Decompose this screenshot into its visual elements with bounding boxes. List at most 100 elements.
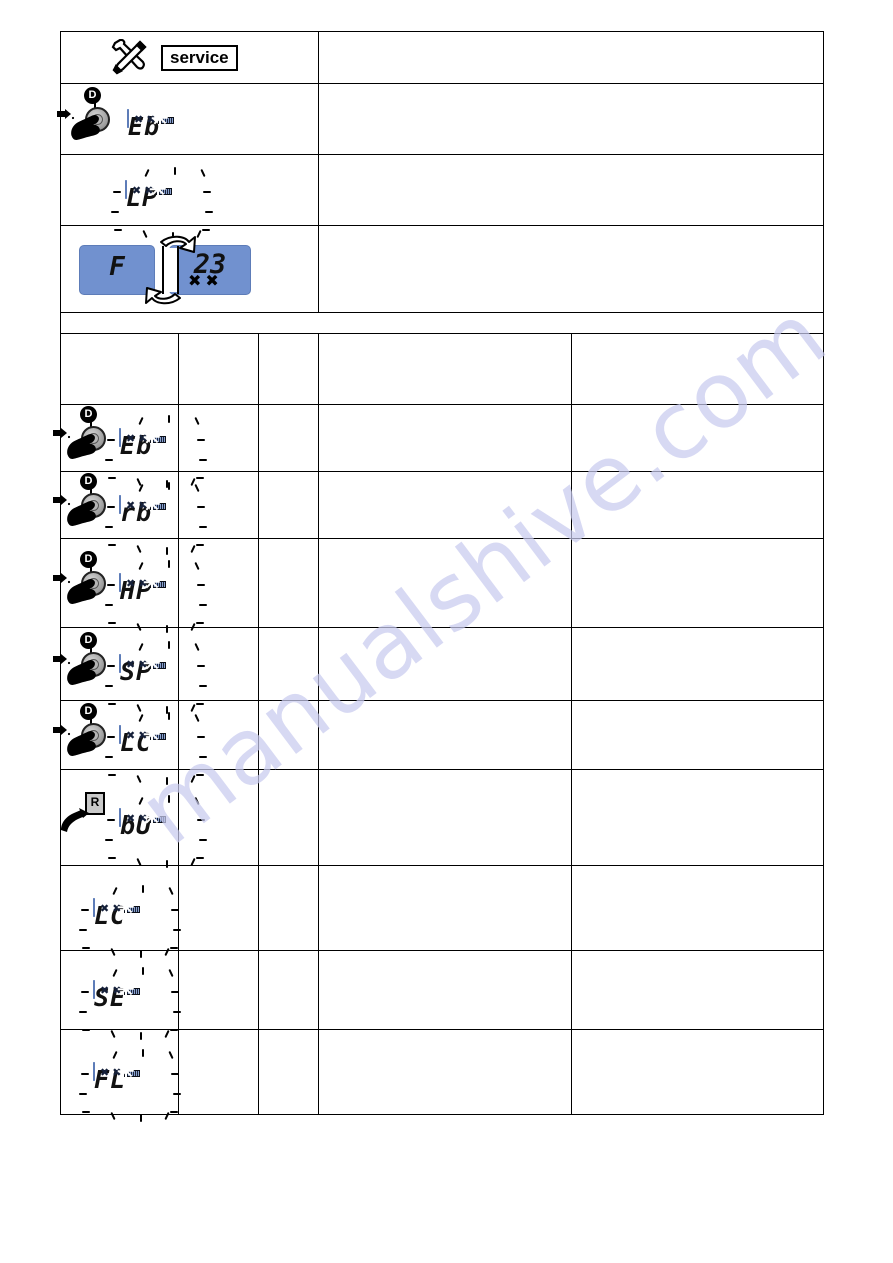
row-cell-col5 bbox=[571, 865, 825, 951]
row-figure-cell: FL ✖ ✖ bbox=[60, 1029, 181, 1122]
row-cell-col5 bbox=[571, 769, 825, 866]
lcd-screen: LC ✖ ✖ bbox=[119, 725, 167, 756]
pressing-hand-icon bbox=[65, 658, 99, 686]
spacer-cell bbox=[59, 312, 825, 334]
pressing-hand-icon bbox=[65, 729, 99, 757]
row-cell-col2 bbox=[178, 471, 259, 539]
pressing-hand-icon bbox=[65, 499, 99, 527]
lcd-display: LC ✖ ✖ bbox=[79, 885, 181, 958]
row-cell-col4 bbox=[318, 471, 573, 539]
badge-sparkle-icon bbox=[116, 899, 136, 917]
service-label: service bbox=[161, 44, 238, 71]
wrench-screwdriver-icon bbox=[103, 38, 151, 77]
row-figure-cell: SE ✖ ✖ bbox=[60, 950, 181, 1040]
button-label-D: D bbox=[84, 87, 101, 104]
row-cell-col3 bbox=[257, 538, 320, 628]
lcd-screen: HP ✖ ✖ bbox=[119, 573, 167, 604]
lcd-screen: SP ✖ ✖ bbox=[119, 654, 167, 685]
lcd-screen: LC ✖ ✖ bbox=[93, 898, 141, 929]
reset-control-R[interactable]: R bbox=[61, 791, 113, 844]
column-header-col2 bbox=[178, 333, 259, 405]
row-cell-col5 bbox=[571, 471, 825, 539]
table-row: D rb ✖ ✖ bbox=[53, 471, 825, 555]
no-water-x-icon: ✖ bbox=[132, 184, 142, 197]
intro-step-row: D Eb ✖ ✖ bbox=[57, 83, 825, 155]
row-cell-col5 bbox=[571, 404, 825, 472]
badge-sparkle-icon bbox=[142, 574, 162, 592]
row-cell-col5 bbox=[571, 538, 825, 628]
badge-sparkle-icon bbox=[116, 1063, 136, 1081]
no-water-x-icon: ✖ bbox=[100, 984, 110, 997]
lcd-screen: LP ✖ ✖ bbox=[125, 180, 173, 211]
badge-sparkle-icon bbox=[142, 655, 162, 673]
row-cell-col4 bbox=[318, 700, 573, 770]
button-label-D: D bbox=[80, 473, 97, 490]
row-cell-col3 bbox=[257, 404, 320, 472]
row-figure-cell: R bU ✖ ✖ bbox=[60, 769, 207, 868]
table-row: R bU ✖ ✖ bbox=[60, 769, 825, 868]
badge-sparkle-icon bbox=[142, 726, 162, 744]
row-cell-col4 bbox=[318, 1029, 573, 1115]
service-header-cell: service bbox=[59, 31, 320, 84]
lcd-screen-left: F bbox=[79, 245, 155, 295]
knob-control-D[interactable]: D bbox=[53, 632, 113, 690]
table-row: SE ✖ ✖ bbox=[60, 950, 825, 1040]
row-cell-col5 bbox=[571, 1029, 825, 1115]
cycle-step-figure: F 23 ✖ ✖ bbox=[59, 225, 320, 313]
row-cell-col5 bbox=[571, 700, 825, 770]
table-row: FL ✖ ✖ bbox=[60, 1029, 825, 1122]
row-cell-col2 bbox=[178, 627, 259, 701]
pressing-hand-icon bbox=[65, 432, 99, 460]
table-row: D Eb ✖ ✖ bbox=[53, 404, 825, 488]
no-water-x-icon: ✖ bbox=[100, 1066, 110, 1079]
no-water-x-icon: ✖ bbox=[134, 113, 144, 126]
no-water-x-icon: ✖ bbox=[126, 499, 136, 512]
lcd-screen: Eb ✖ ✖ bbox=[119, 428, 167, 459]
cycle-step-note bbox=[318, 225, 825, 313]
table-row: D SP ✖ ✖ bbox=[53, 627, 825, 714]
knob-control-D[interactable]: D bbox=[53, 703, 113, 761]
service-header-note bbox=[318, 31, 825, 84]
table-header-row bbox=[60, 333, 825, 405]
lcd-display: LC ✖ ✖ bbox=[105, 712, 207, 785]
table-row: LC ✖ ✖ bbox=[60, 865, 825, 958]
row-cell-col5 bbox=[571, 950, 825, 1030]
button-label-D: D bbox=[80, 551, 97, 568]
row-cell-col3 bbox=[257, 627, 320, 701]
button-label-D: D bbox=[80, 406, 97, 423]
row-cell-col3 bbox=[257, 700, 320, 770]
pressing-hand-icon bbox=[65, 577, 99, 605]
intro-step-figure: D Eb ✖ ✖ bbox=[57, 83, 320, 155]
lcd-screen: Eb ✖ ✖ bbox=[127, 109, 175, 140]
lcd-screen: rb ✖ ✖ bbox=[119, 495, 167, 526]
badge-sparkle-icon bbox=[148, 181, 168, 199]
button-label-D: D bbox=[80, 632, 97, 649]
knob-control-D[interactable]: D bbox=[53, 551, 113, 609]
badge-sparkle-icon bbox=[150, 110, 170, 128]
row-cell-col2 bbox=[178, 865, 259, 951]
service-header-row: service bbox=[59, 31, 825, 84]
row-figure-cell: LC ✖ ✖ bbox=[60, 865, 181, 958]
cycle-step-row: F 23 ✖ ✖ bbox=[59, 225, 825, 313]
intro-step-row: LP ✖ ✖ bbox=[59, 154, 825, 240]
row-figure-cell: D rb ✖ ✖ bbox=[53, 471, 207, 555]
row-cell-col2 bbox=[178, 538, 259, 628]
row-cell-col4 bbox=[318, 538, 573, 628]
reset-arrow-icon bbox=[59, 804, 93, 834]
manual-page-sheet: service D Eb ✖ ✖ LP ✖ ✖ F 23 ✖ ✖ D Eb ✖ … bbox=[53, 31, 825, 1122]
no-water-x-icon: ✖ bbox=[126, 658, 136, 671]
knob-control-D[interactable]: D bbox=[53, 473, 113, 531]
procedure-table: service D Eb ✖ ✖ LP ✖ ✖ F 23 ✖ ✖ D Eb ✖ … bbox=[53, 31, 825, 1122]
row-cell-col3 bbox=[257, 950, 320, 1030]
row-cell-col3 bbox=[257, 769, 320, 866]
row-cell-col4 bbox=[318, 769, 573, 866]
row-cell-col4 bbox=[318, 404, 573, 472]
row-cell-col3 bbox=[257, 1029, 320, 1115]
row-cell-col4 bbox=[318, 865, 573, 951]
spacer-row bbox=[59, 312, 825, 334]
knob-control-D[interactable]: D bbox=[53, 406, 113, 464]
row-cell-col2 bbox=[178, 404, 259, 472]
knob-control-D[interactable]: D bbox=[57, 87, 117, 145]
lcd-screen: FL ✖ ✖ bbox=[93, 1062, 141, 1093]
row-cell-col2 bbox=[178, 769, 259, 866]
